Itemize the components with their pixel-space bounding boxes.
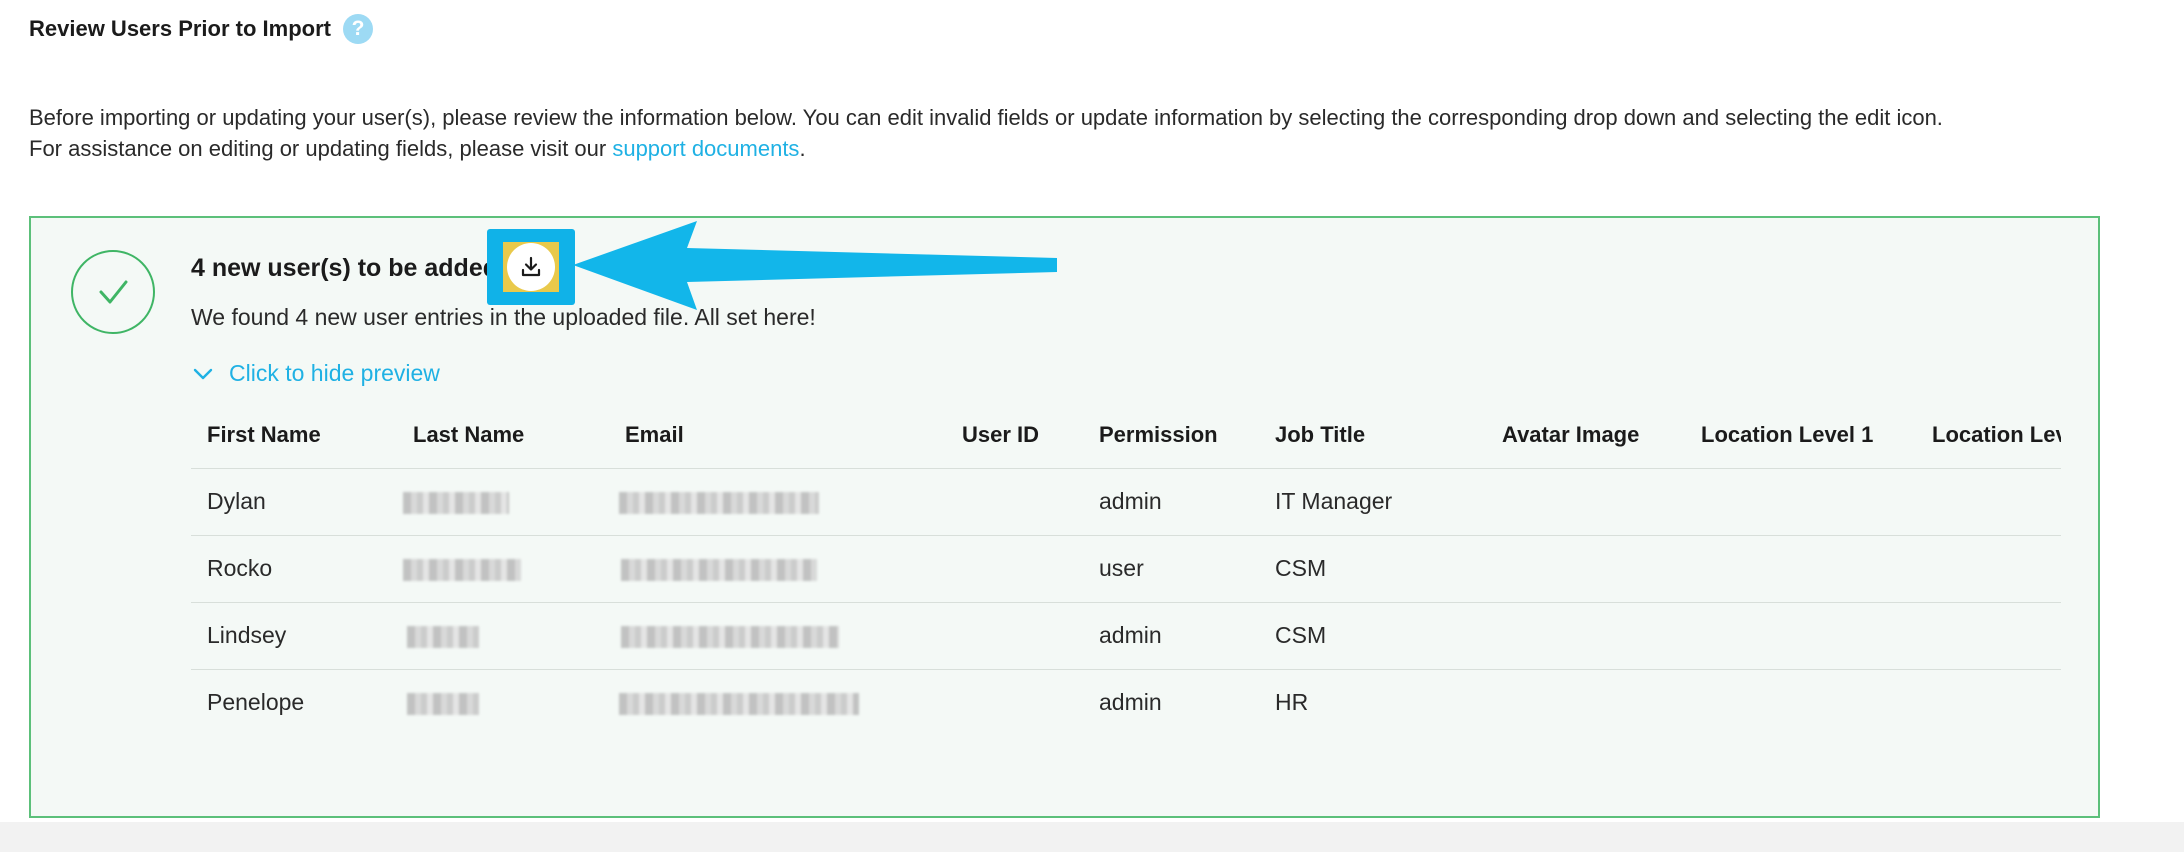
last-name-cell (397, 669, 609, 736)
table-header-row: First Name Last Name Email User ID Permi… (191, 402, 2061, 469)
download-button-circle[interactable] (507, 243, 555, 291)
job-title-cell: CSM (1259, 535, 1486, 603)
intro-text: Before importing or updating your user(s… (29, 102, 2169, 164)
first-name-cell: Dylan (191, 468, 397, 536)
panel-title: 4 new user(s) to be added ( (191, 254, 514, 282)
intro-line-2-prefix: For assistance on editing or updating fi… (29, 136, 613, 161)
column-header[interactable]: Last Name (397, 402, 609, 469)
chevron-down-icon (193, 368, 213, 379)
permission-cell: admin (1099, 689, 1162, 716)
redacted-value (403, 558, 521, 581)
avatar-cell (1486, 602, 1685, 670)
redacted-value (403, 491, 509, 514)
user-id-cell (946, 602, 1083, 670)
column-header[interactable]: First Name (191, 402, 397, 469)
location-1-cell (1685, 535, 1916, 603)
permission-cell: admin (1083, 468, 1259, 536)
download-icon (521, 256, 541, 277)
page-footer-band (0, 822, 2184, 852)
user-id-cell (946, 669, 1083, 736)
user-id-cell (946, 535, 1083, 603)
last-name-cell (397, 468, 609, 536)
location-1-cell (1685, 602, 1916, 670)
first-name-cell: Rocko (191, 535, 397, 603)
table-row: Lindsey admin CSM (191, 602, 2061, 670)
location-2-cell (1916, 669, 2061, 736)
last-name-cell (397, 535, 609, 603)
email-cell (609, 602, 946, 670)
page-title: Review Users Prior to Import (29, 16, 331, 41)
first-name-cell: Lindsey (191, 602, 397, 670)
location-2-cell (1916, 535, 2061, 603)
email-cell (609, 468, 946, 536)
download-button[interactable] (503, 242, 559, 292)
permission-cell: user (1083, 535, 1259, 603)
column-header[interactable]: Avatar Image (1486, 402, 1685, 469)
redacted-value (621, 625, 839, 648)
page-header: Review Users Prior to Import ? (29, 14, 373, 44)
check-icon (99, 280, 128, 304)
email-cell (609, 669, 946, 736)
location-1-cell (1685, 669, 1916, 736)
toggle-preview-link[interactable]: Click to hide preview (193, 360, 440, 387)
email-cell (609, 535, 946, 603)
avatar-cell (1486, 669, 1685, 736)
new-users-panel: 4 new user(s) to be added ( We found 4 n… (29, 216, 2100, 818)
job-title-cell: CSM (1259, 602, 1486, 670)
status-circle (71, 250, 155, 334)
first-name-cell: Penelope (207, 689, 305, 716)
column-header[interactable]: Email (609, 402, 946, 469)
permission-cell: admin (1083, 602, 1259, 670)
annotation-arrow (573, 221, 1057, 310)
table-row: Rocko user CSM (191, 535, 2061, 603)
avatar-cell (1486, 468, 1685, 536)
redacted-value (407, 625, 479, 648)
user-id-cell (946, 468, 1083, 536)
location-2-cell (1916, 468, 2061, 536)
redacted-value (619, 693, 859, 716)
table-row: Penelope admin HR (191, 669, 2061, 736)
intro-line-2: For assistance on editing or updating fi… (29, 133, 2169, 164)
job-title-cell: HR (1275, 689, 1309, 716)
users-table-wrapper[interactable]: First Name Last Name Email User ID Permi… (191, 402, 2061, 736)
location-1-cell (1685, 468, 1916, 536)
job-title-cell: IT Manager (1259, 468, 1486, 536)
users-table: First Name Last Name Email User ID Permi… (191, 402, 2061, 736)
column-header[interactable]: User ID (946, 402, 1083, 469)
intro-line-2-suffix: . (799, 136, 806, 161)
redacted-value (407, 693, 479, 716)
column-header[interactable]: Permission (1083, 402, 1259, 469)
last-name-cell (397, 602, 609, 670)
table-row: Dylan admin IT Manager (191, 468, 2061, 536)
column-header[interactable]: Job Title (1259, 402, 1486, 469)
question-circle-icon[interactable]: ? (342, 14, 373, 44)
download-highlight (487, 229, 575, 305)
redacted-value (621, 558, 817, 581)
toggle-preview-label: Click to hide preview (229, 360, 440, 386)
support-documents-link[interactable]: support documents (612, 136, 799, 161)
column-header[interactable]: Location Level 2 (1916, 402, 2061, 469)
avatar-cell (1486, 535, 1685, 603)
location-2-cell (1916, 602, 2061, 670)
column-header[interactable]: Location Level 1 (1685, 402, 1916, 469)
intro-line-1: Before importing or updating your user(s… (29, 105, 1943, 130)
redacted-value (619, 491, 819, 514)
